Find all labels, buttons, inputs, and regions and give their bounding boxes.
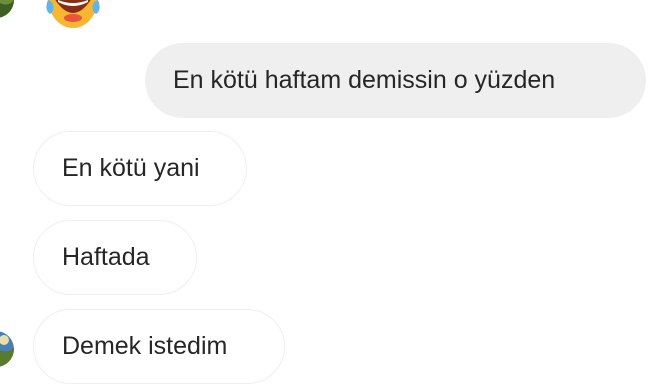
avatar-photo-icon: [0, 331, 14, 367]
message-thread: En kötü haftam demissin o yüzden En kötü…: [0, 0, 672, 384]
tears-of-joy-emoji-message[interactable]: [44, 0, 102, 30]
message-text: En kötü yani: [62, 154, 200, 182]
received-message-bubble[interactable]: Haftada: [33, 220, 197, 295]
message-text: En kötü haftam demissin o yüzden: [173, 66, 556, 94]
received-message-bubble[interactable]: Demek istedim: [33, 309, 285, 384]
message-text: Demek istedim: [62, 332, 228, 360]
contact-avatar[interactable]: [0, 331, 14, 367]
sent-message-bubble[interactable]: En kötü haftam demissin o yüzden: [145, 43, 646, 118]
tears-of-joy-emoji-icon: [46, 0, 100, 28]
received-message-bubble[interactable]: En kötü yani: [33, 131, 247, 206]
avatar-photo-icon: [0, 0, 14, 18]
message-text: Haftada: [62, 243, 150, 271]
contact-avatar[interactable]: [0, 0, 14, 18]
